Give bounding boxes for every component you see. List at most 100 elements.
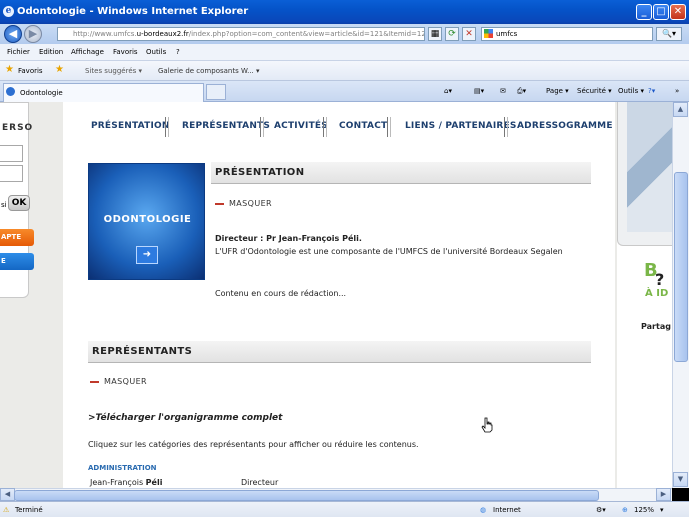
back-button[interactable]: ◀ [4,25,22,43]
horizontal-scrollbar[interactable]: ◀ ▶ [0,488,672,501]
home-icon[interactable]: ⌂▾ [444,87,452,95]
compatibility-icon[interactable]: ▦ [428,27,442,41]
building-photo [627,102,672,232]
status-text: Terminé [15,506,43,514]
new-tab-button[interactable] [206,84,226,100]
scroll-down-button[interactable]: ▼ [673,472,688,487]
maximize-button[interactable]: □ [653,4,669,20]
minimize-button[interactable]: _ [636,4,652,20]
nav-presentation[interactable]: PRÉSENTATION [91,121,170,131]
director-line: Directeur : Pr Jean-François Péli. [215,234,362,243]
toolbar-overflow-icon[interactable]: » [675,87,679,95]
nav-contact[interactable]: CONTACT [339,121,387,131]
page-content: ERSO si OK APTE E PRÉSENTATION REPRÉSENT… [0,102,672,488]
menu-bar: Fichier Edition Affichage Favoris Outils… [0,44,689,61]
section-nav: PRÉSENTATION REPRÉSENTANTS ACTIVITÉS CON… [63,117,615,137]
presentation-hide-toggle[interactable]: MASQUER [215,199,272,208]
nav-adressogramme[interactable]: ADRESSOGRAMME [517,121,613,131]
search-input[interactable]: umfcs [481,27,653,41]
nav-separator [165,117,169,137]
menu-favoris[interactable]: Favoris [113,48,138,56]
globe-icon: ◍ [480,506,487,514]
favorites-bar: ★ Favoris ★ Sites suggérés ▾ Galerie de … [0,61,689,81]
nav-separator [260,117,264,137]
forward-button[interactable]: ▶ [24,25,42,43]
favorites-button[interactable]: Favoris [18,67,43,75]
password-field[interactable] [0,165,23,182]
favorites-star-icon: ★ [5,64,14,75]
representants-hide-toggle[interactable]: MASQUER [90,377,147,386]
print-icon[interactable]: ⎙▾ [517,87,526,96]
help-icon[interactable]: ?▾ [648,87,655,95]
ie-logo-icon: e [3,6,14,17]
representants-heading: REPRÉSENTANTS [88,341,591,363]
refresh-button[interactable]: ⟳ [445,27,459,41]
minus-icon [215,202,224,205]
mail-icon[interactable]: ✉ [500,87,506,95]
right-sidebar: B ? À ID Partag [617,102,672,488]
nav-separator [323,117,327,137]
page-menu[interactable]: Page ▾ [546,87,569,95]
menu-edition[interactable]: Edition [39,48,63,56]
web-slice-gallery-link[interactable]: Galerie de composants W... ▾ [158,67,260,75]
nav-liens-partenaires[interactable]: LIENS / PARTENAIRES [405,121,517,131]
zoom-dropdown-icon[interactable]: ▾ [660,506,664,514]
menu-affichage[interactable]: Affichage [71,48,104,56]
google-icon [484,29,493,38]
security-menu[interactable]: Sécurité ▾ [577,87,612,95]
protected-mode-icon[interactable]: ⚙▾ [596,506,606,514]
vertical-scroll-thumb[interactable] [674,172,688,362]
right-promo-card[interactable] [617,102,672,246]
arrow-right-icon: ➜ [136,246,158,264]
vertical-scrollbar[interactable]: ▲ ▼ [672,102,689,488]
tab-favicon-icon [6,87,15,96]
main-article: PRÉSENTATION REPRÉSENTANTS ACTIVITÉS CON… [63,102,615,488]
odontologie-logo[interactable]: ODONTOLOGIE ➜ [88,163,205,280]
orange-button[interactable]: APTE [0,229,34,246]
odontologie-logo-label: ODONTOLOGIE [103,214,192,225]
window-title: Odontologie - Windows Internet Explorer [17,6,249,17]
blue-button[interactable]: E [0,253,34,270]
login-field[interactable] [0,145,23,162]
scroll-up-button[interactable]: ▲ [673,102,688,117]
menu-outils[interactable]: Outils [146,48,166,56]
scroll-left-button[interactable]: ◀ [0,488,15,501]
work-in-progress-text: Contenu en cours de rédaction... [215,289,347,298]
zoom-icon: ⊕ [622,506,628,514]
stop-button[interactable]: ✕ [462,27,476,41]
zoom-level[interactable]: 125% [634,506,654,514]
share-label: Partag [641,322,671,331]
nav-activites[interactable]: ACTIVITÉS [274,121,328,131]
scroll-right-button[interactable]: ▶ [656,488,671,501]
presentation-heading: PRÉSENTATION [211,162,591,184]
status-bar: ⚠ Terminé ◍ Internet ⚙▾ ⊕ 125% ▾ [0,501,689,517]
question-icon: ? [655,270,665,289]
add-favorite-icon[interactable]: ★ [55,64,64,75]
nav-separator [387,117,391,137]
nav-representants[interactable]: REPRÉSENTANTS [182,121,270,131]
suggested-sites-link[interactable]: Sites suggérés ▾ [85,67,142,75]
left-login-panel: ERSO si OK APTE E [0,102,34,298]
left-panel-si: si [1,201,7,209]
menu-fichier[interactable]: Fichier [7,48,30,56]
search-button[interactable]: 🔍▾ [656,27,682,41]
warning-icon: ⚠ [3,506,10,514]
minus-icon [90,380,99,383]
person-name: Jean-François Péli [90,478,163,487]
address-bar: ◀ ▶ http://www.umfcs.u-bordeaux2.fr/inde… [0,24,689,44]
title-bar: e Odontologie - Windows Internet Explore… [0,0,689,24]
ok-button[interactable]: OK [8,195,30,211]
tools-menu[interactable]: Outils ▾ [618,87,644,95]
menu-help[interactable]: ? [176,48,180,56]
tab-odontologie[interactable]: Odontologie [3,83,204,102]
close-button[interactable]: ✕ [670,4,686,20]
feeds-icon[interactable]: ▤▾ [474,87,484,95]
download-organigram-link[interactable]: >Télécharger l'organigramme complet [88,412,282,424]
person-role: Directeur [241,478,279,487]
security-zone: Internet [493,506,521,514]
administration-category[interactable]: ADMINISTRATION [88,462,157,474]
url-field[interactable]: http://www.umfcs.u-bordeaux2.fr/index.ph… [57,27,425,41]
representants-hint: Cliquez sur les catégories des représent… [88,440,419,449]
right-logo-aid: À ID [645,288,669,299]
horizontal-scroll-thumb[interactable] [14,490,599,501]
